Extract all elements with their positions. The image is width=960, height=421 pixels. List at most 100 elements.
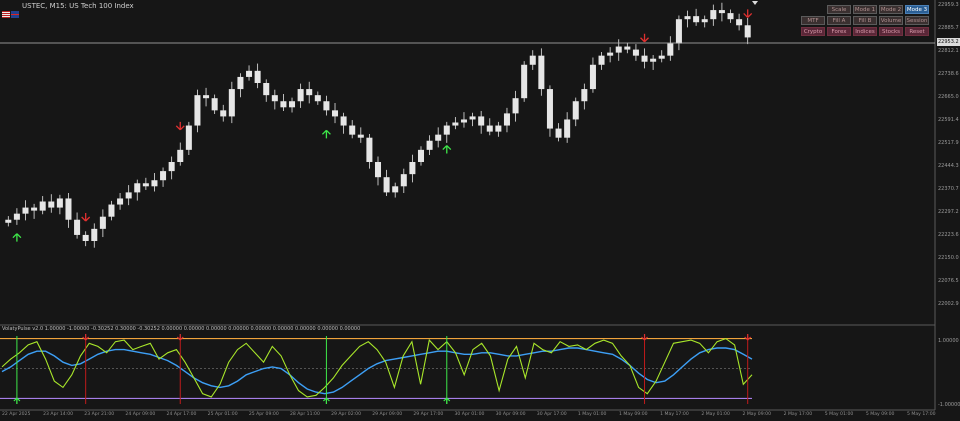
candle-body [99,216,106,229]
candle-body [392,186,399,193]
candle-body [529,55,536,65]
price-tick-label: 22444.3 [938,163,959,169]
reset-button[interactable]: Reset [905,27,929,36]
time-tick-label: 2 May 09:00 [742,412,772,417]
sell-arrow-icon [81,213,91,222]
candle-body [667,43,674,56]
candle-body [142,183,149,187]
triangle-down-icon [752,1,758,5]
candle-body [478,116,485,126]
candle-body [710,10,717,20]
candle-body [185,125,192,150]
candle-body [503,113,510,126]
time-tick-label: 22 Apr 2025 [2,412,31,417]
candle-body [615,46,622,53]
price-tick-label: 22517.9 [938,140,959,146]
time-tick-label: 29 Apr 17:00 [413,412,444,417]
current-price-label: 22953.2 [937,38,960,46]
candle-body [374,162,382,178]
candle-body [512,98,519,114]
candle-body [246,70,253,77]
candle-body [22,207,29,214]
price-tick-label: 22959.3 [938,2,959,8]
candle-body [228,89,235,117]
candle-body [280,101,287,108]
session-button[interactable]: Session [905,16,929,25]
candle-body [495,125,502,132]
candle-body [546,89,553,129]
mode-1-button[interactable]: Mode 1 [853,5,877,14]
slow-oscillator-line [1,347,753,395]
time-tick-label: 24 Apr 17:00 [166,412,197,417]
candle-body [443,125,450,135]
time-tick-label: 2 May 01:00 [701,412,730,417]
buy-arrow-icon [12,233,22,242]
time-tick-label: 30 Apr 01:00 [454,412,485,417]
candle-body [82,234,89,241]
time-tick-label: 1 May 09:00 [619,412,648,417]
candle-body [108,204,115,217]
candle-body [306,89,313,96]
time-tick-label: 25 Apr 09:00 [248,412,279,417]
mode-3-button[interactable]: Mode 3 [905,5,929,14]
candle-body [203,95,210,99]
price-tick-label: 22738.6 [938,71,959,77]
fill-b-button[interactable]: Fill B [853,16,877,25]
candle-body [117,198,124,205]
candle-body [589,64,596,90]
candle-body [65,198,72,220]
candle-body [194,95,201,126]
time-tick-label: 29 Apr 02:00 [331,412,362,417]
scale-button[interactable]: Scale [827,5,851,14]
candle-body [340,116,347,126]
mode-2-button[interactable]: Mode 2 [879,5,903,14]
candle-body [366,137,373,162]
candle-body [289,101,296,108]
chart-area[interactable] [0,0,960,421]
symbol-title: USTEC, M15: US Tech 100 Index [22,2,134,10]
trading-terminal[interactable]: USTEC, M15: US Tech 100 Index VolatyPuls… [0,0,960,421]
candle-body [555,128,562,138]
time-tick-label: 23 Apr 14:00 [43,412,74,417]
candle-body [177,149,184,162]
candle-body [538,55,545,90]
candle-body [31,207,38,211]
candle-body [323,101,330,111]
crypto-button[interactable]: Crypto [801,27,825,36]
stocks-button[interactable]: Stocks [879,27,903,36]
time-tick-label: 28 Apr 11:00 [289,412,320,417]
forex-button[interactable]: Forex [827,27,851,36]
price-tick-label: 22297.2 [938,209,959,215]
candle-body [693,16,700,23]
sell-arrow-icon [175,121,185,131]
price-tick-label: 22002.9 [938,301,959,307]
time-tick-label: 5 May 01:00 [824,412,854,417]
time-tick-label: 23 Apr 21:00 [84,412,115,417]
candle-body [641,55,648,62]
time-tick-label: 25 Apr 01:00 [207,412,238,417]
candle-body [426,140,433,150]
indices-button[interactable]: Indices [853,27,877,36]
candle-body [349,125,356,135]
fill-a-button[interactable]: Fill A [827,16,851,25]
candle-body [168,162,175,172]
candle-body [435,134,442,141]
candle-body [56,198,63,208]
time-tick-label: 5 May 09:00 [865,412,895,417]
candle-body [74,219,81,235]
candle-body [48,201,55,208]
price-tick-label: 22370.7 [938,186,959,192]
candle-body [39,201,46,211]
candle-body [684,16,691,20]
volume-button[interactable]: Volume [879,16,903,25]
buy-arrow-icon [442,145,452,154]
time-tick-label: 1 May 01:00 [577,412,607,417]
candle-body [744,25,751,38]
price-tick-label: 22591.4 [938,117,959,123]
candle-body [607,52,614,56]
mtf-button[interactable]: MTF [801,16,825,25]
osc-bottom-label: -1.00000 [938,402,960,408]
price-tick-label: 22812.1 [938,48,959,54]
sell-arrow-icon [640,33,649,43]
candle-body [624,46,631,50]
